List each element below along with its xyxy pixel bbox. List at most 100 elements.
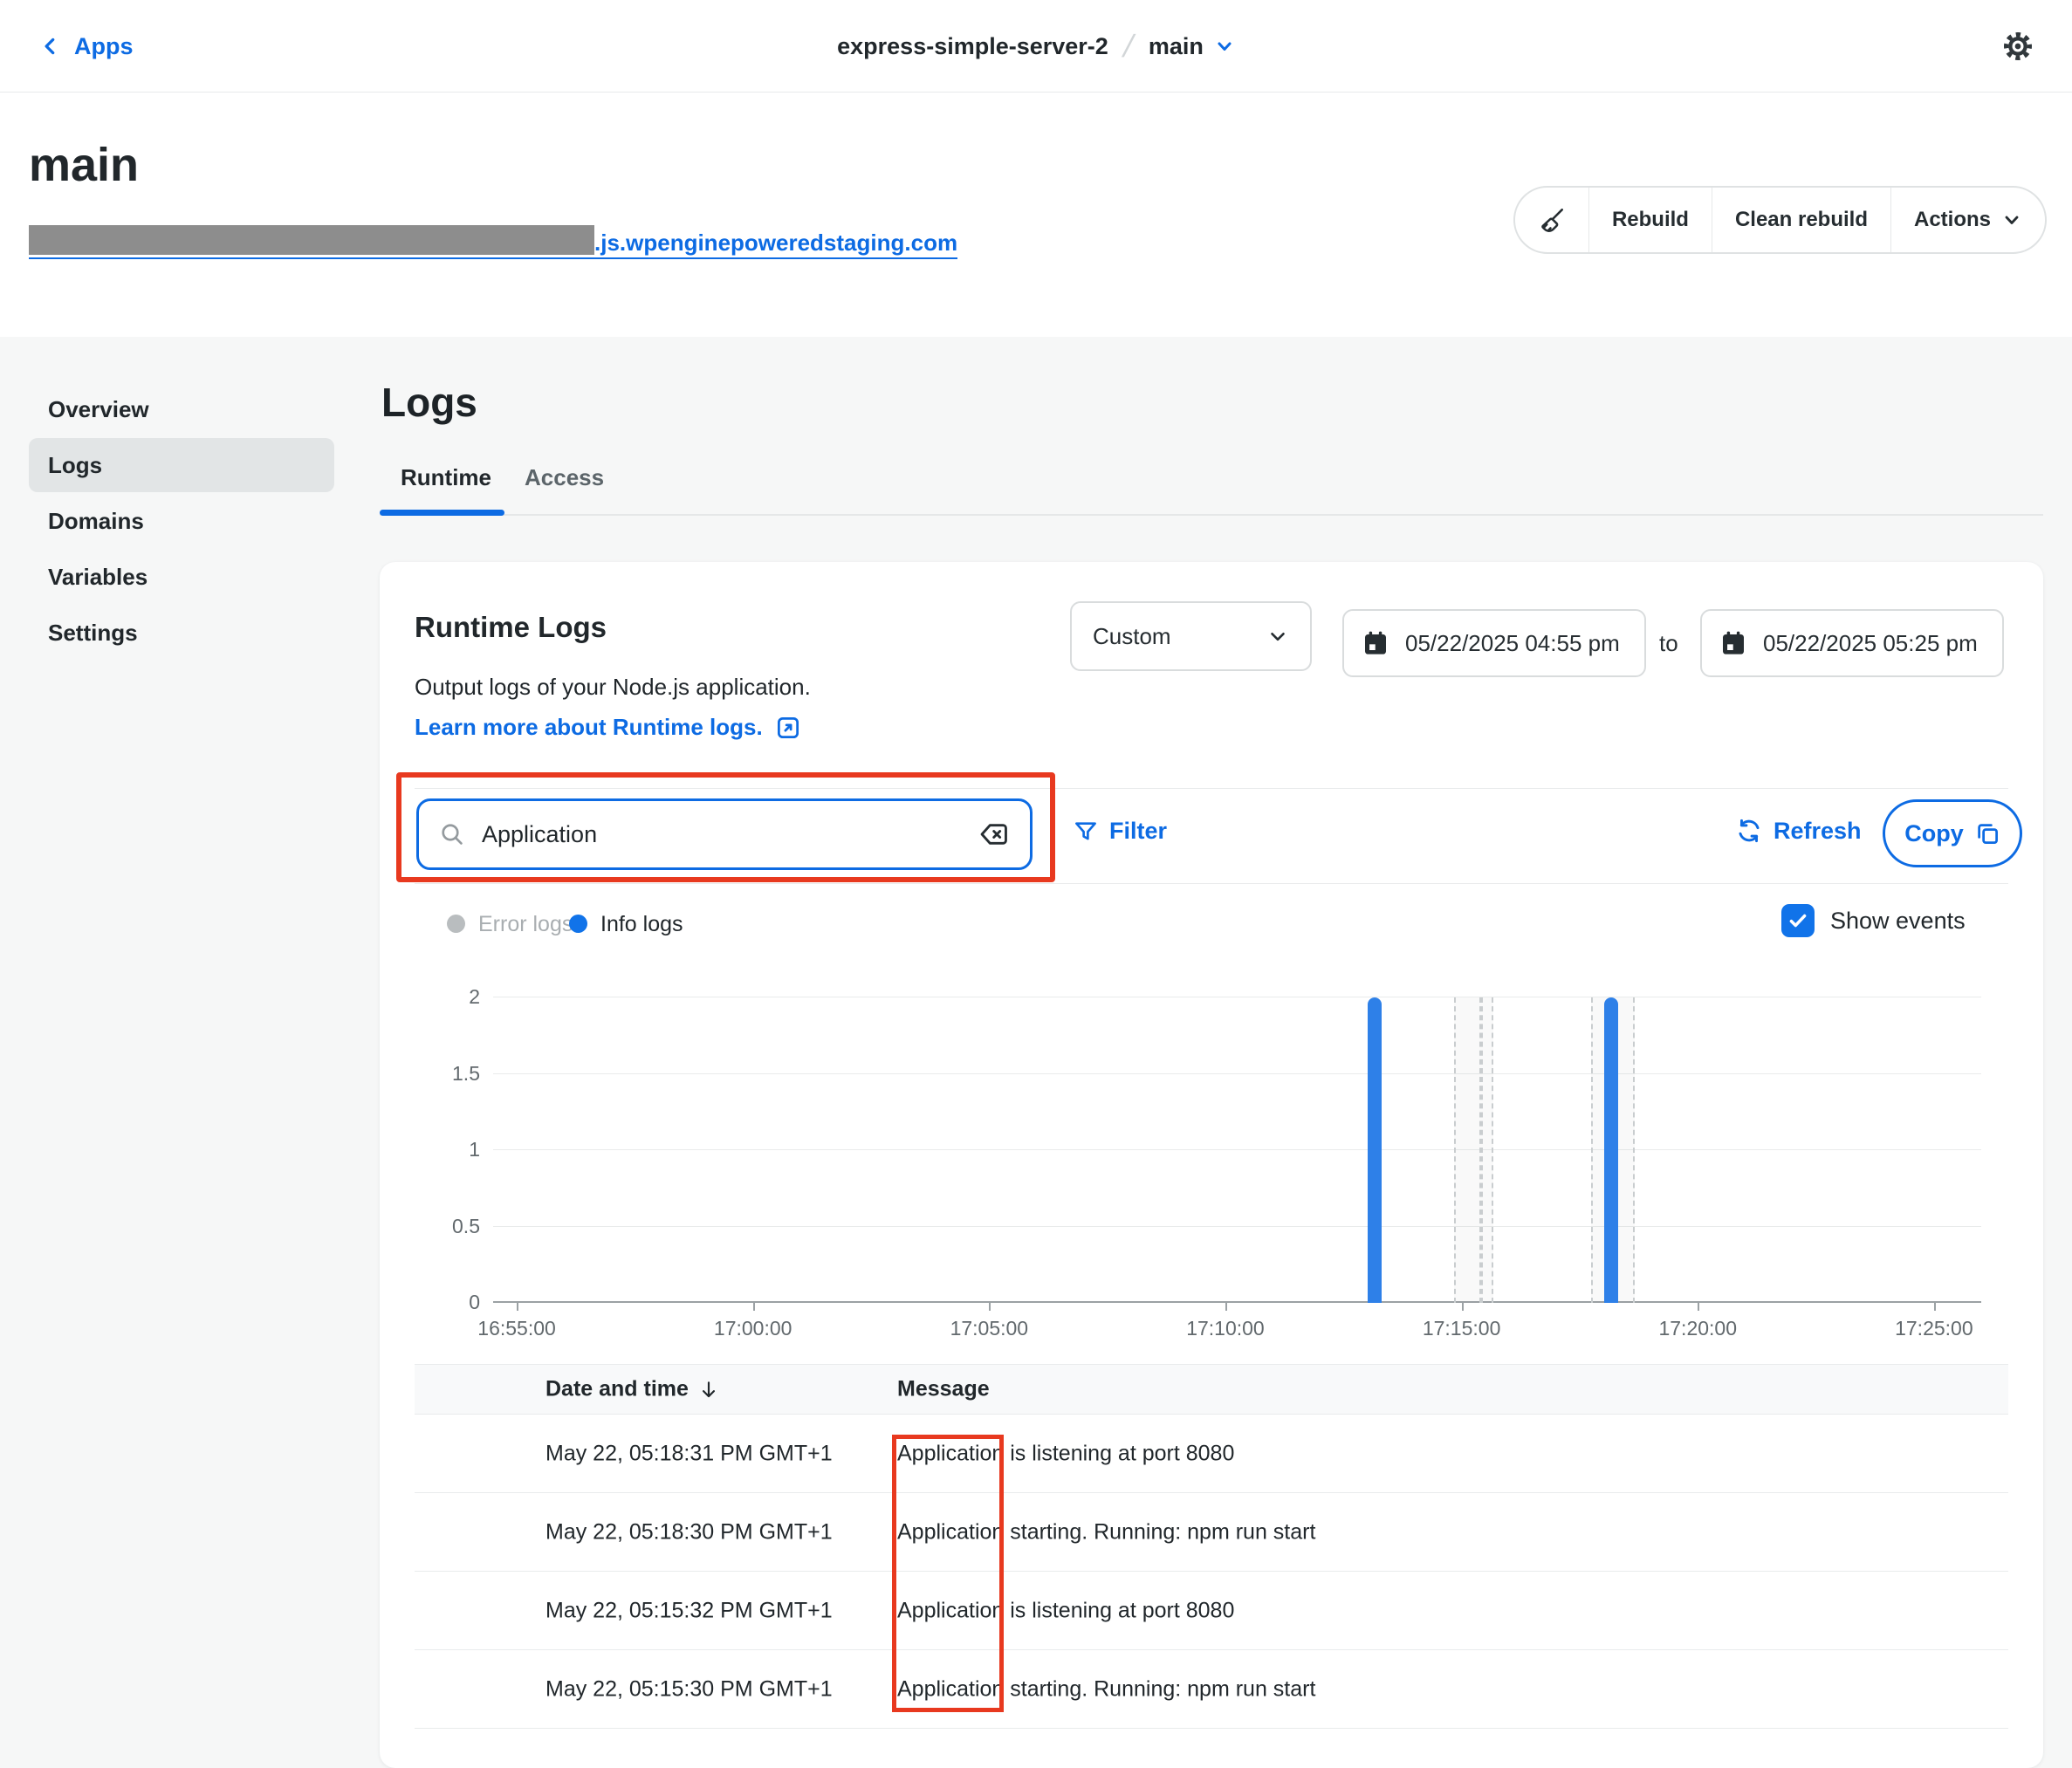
chart-xaxis: 16:55:0017:00:0017:05:0017:10:0017:15:00… — [493, 1303, 1981, 1355]
preset-value: Custom — [1093, 623, 1171, 650]
info-logs-dot — [569, 915, 587, 933]
refresh-button[interactable]: Refresh — [1735, 817, 1862, 845]
gridline — [493, 1226, 1981, 1227]
x-axis-tick — [989, 1303, 991, 1311]
chart-bar[interactable] — [1368, 997, 1382, 1303]
log-message: Application is listening at port 8080 — [897, 1598, 1234, 1623]
datetime-column-label: Date and time — [545, 1377, 689, 1402]
y-axis-label: 2 — [469, 985, 480, 1009]
sidebar-item-domains[interactable]: Domains — [29, 494, 334, 548]
environment-url-text: .js.wpenginepoweredstaging.com — [594, 231, 957, 255]
table-row: May 22, 05:18:30 PM GMT+1 Application sta… — [415, 1493, 2008, 1572]
log-message: Application is listening at port 8080 — [897, 1441, 1234, 1466]
x-axis-tick — [1462, 1303, 1464, 1311]
date-to-input[interactable]: 05/22/2025 05:25 pm — [1700, 609, 2004, 677]
learn-more-label: Learn more about Runtime logs. — [415, 714, 763, 741]
gridline — [493, 1073, 1981, 1074]
log-datetime: May 22, 05:15:32 PM GMT+1 — [545, 1598, 833, 1623]
error-logs-dot — [447, 915, 465, 933]
event-band — [1481, 997, 1493, 1303]
log-datetime: May 22, 05:18:31 PM GMT+1 — [545, 1441, 833, 1466]
error-logs-legend[interactable]: Error logs — [478, 912, 573, 937]
sort-descending-icon — [697, 1378, 720, 1401]
x-axis-tick — [1934, 1303, 1936, 1311]
refresh-icon — [1735, 817, 1763, 845]
x-axis-label: 17:10:00 — [1186, 1317, 1265, 1340]
checkmark-icon — [1786, 908, 1810, 933]
redaction-block — [29, 225, 594, 255]
log-datetime: May 22, 05:18:30 PM GMT+1 — [545, 1519, 833, 1545]
tab-runtime[interactable]: Runtime — [401, 464, 491, 491]
runtime-logs-card: Runtime Logs Output logs of your Node.js… — [380, 562, 2043, 1768]
chevron-down-icon — [2001, 209, 2022, 230]
log-datetime: May 22, 05:15:30 PM GMT+1 — [545, 1676, 833, 1702]
search-icon — [438, 820, 466, 848]
search-input[interactable] — [482, 821, 962, 848]
x-axis-label: 17:05:00 — [950, 1317, 1029, 1340]
environment-name: main — [1149, 33, 1204, 60]
settings-gear-icon[interactable] — [2000, 29, 2035, 64]
sidebar-nav: OverviewLogsDomainsVariablesSettings — [29, 382, 334, 661]
table-row: May 22, 05:18:31 PM GMT+1 Application is … — [415, 1415, 2008, 1493]
learn-more-link[interactable]: Learn more about Runtime logs. — [415, 714, 801, 741]
show-events-toggle[interactable]: Show events — [1781, 904, 1966, 937]
show-events-checkbox[interactable] — [1781, 904, 1815, 937]
clean-cache-button[interactable] — [1515, 188, 1588, 252]
x-axis-tick — [1698, 1303, 1699, 1311]
x-axis-label: 17:15:00 — [1423, 1317, 1501, 1340]
y-axis-label: 1.5 — [452, 1062, 480, 1086]
table-row: May 22, 05:15:30 PM GMT+1 Application sta… — [415, 1650, 2008, 1729]
environment-url-link[interactable]: .js.wpenginepoweredstaging.com — [29, 225, 957, 259]
refresh-label: Refresh — [1774, 818, 1862, 845]
tab-access[interactable]: Access — [525, 464, 604, 491]
log-message: Application starting. Running: npm run s… — [897, 1519, 1315, 1545]
external-link-icon — [775, 715, 801, 741]
copy-label: Copy — [1904, 820, 1964, 847]
clean-rebuild-button[interactable]: Clean rebuild — [1712, 188, 1890, 252]
actions-dropdown-button[interactable]: Actions — [1890, 188, 2045, 252]
active-tab-indicator — [380, 510, 504, 516]
sidebar-item-logs[interactable]: Logs — [29, 438, 334, 492]
date-from-input[interactable]: 05/22/2025 04:55 pm — [1342, 609, 1646, 677]
chart-plot — [493, 997, 1981, 1303]
log-table: Date and time Message May 22, 05:18:31 P… — [415, 1364, 2008, 1729]
y-axis-label: 1 — [469, 1138, 480, 1162]
column-header-datetime[interactable]: Date and time — [545, 1377, 720, 1402]
log-message: Application starting. Running: npm run s… — [897, 1676, 1315, 1702]
breadcrumb-app-name: express-simple-server-2 — [837, 33, 1108, 60]
page-title: main — [29, 138, 139, 192]
copy-logs-button[interactable]: Copy — [1883, 799, 2022, 867]
log-table-body: May 22, 05:18:31 PM GMT+1 Application is … — [415, 1415, 2008, 1729]
breadcrumb: express-simple-server-2 / main — [0, 0, 2072, 93]
sidebar-item-variables[interactable]: Variables — [29, 550, 334, 604]
table-header: Date and time Message — [415, 1364, 2008, 1415]
clear-search-icon[interactable] — [978, 818, 1011, 851]
section-divider — [415, 883, 2008, 884]
to-label: to — [1659, 630, 1678, 657]
info-logs-legend[interactable]: Info logs — [600, 912, 683, 937]
x-axis-tick — [1225, 1303, 1227, 1311]
log-search-field — [416, 798, 1033, 870]
tabs-divider — [380, 514, 2043, 516]
sidebar-item-overview[interactable]: Overview — [29, 382, 334, 436]
card-title: Runtime Logs — [415, 611, 607, 644]
sidebar-item-settings[interactable]: Settings — [29, 606, 334, 660]
date-to-value: 05/22/2025 05:25 pm — [1763, 630, 1978, 657]
event-band — [1454, 997, 1482, 1303]
actions-label: Actions — [1914, 208, 1991, 232]
top-nav: Apps express-simple-server-2 / main — [0, 0, 2072, 93]
date-from-value: 05/22/2025 04:55 pm — [1405, 630, 1620, 657]
x-axis-label: 17:00:00 — [714, 1317, 792, 1340]
broom-icon — [1536, 204, 1568, 236]
date-range-preset-select[interactable]: Custom — [1070, 601, 1312, 671]
environment-selector[interactable]: main — [1149, 33, 1235, 60]
breadcrumb-separator: / — [1120, 28, 1137, 65]
calendar-icon — [1719, 629, 1747, 657]
x-axis-tick — [753, 1303, 755, 1311]
section-divider — [415, 788, 2008, 789]
rebuild-button[interactable]: Rebuild — [1588, 188, 1712, 252]
x-axis-label: 17:25:00 — [1895, 1317, 1973, 1340]
filter-button[interactable]: Filter — [1073, 818, 1167, 845]
chart-bar[interactable] — [1604, 997, 1618, 1303]
table-row: May 22, 05:15:32 PM GMT+1 Application is … — [415, 1572, 2008, 1650]
